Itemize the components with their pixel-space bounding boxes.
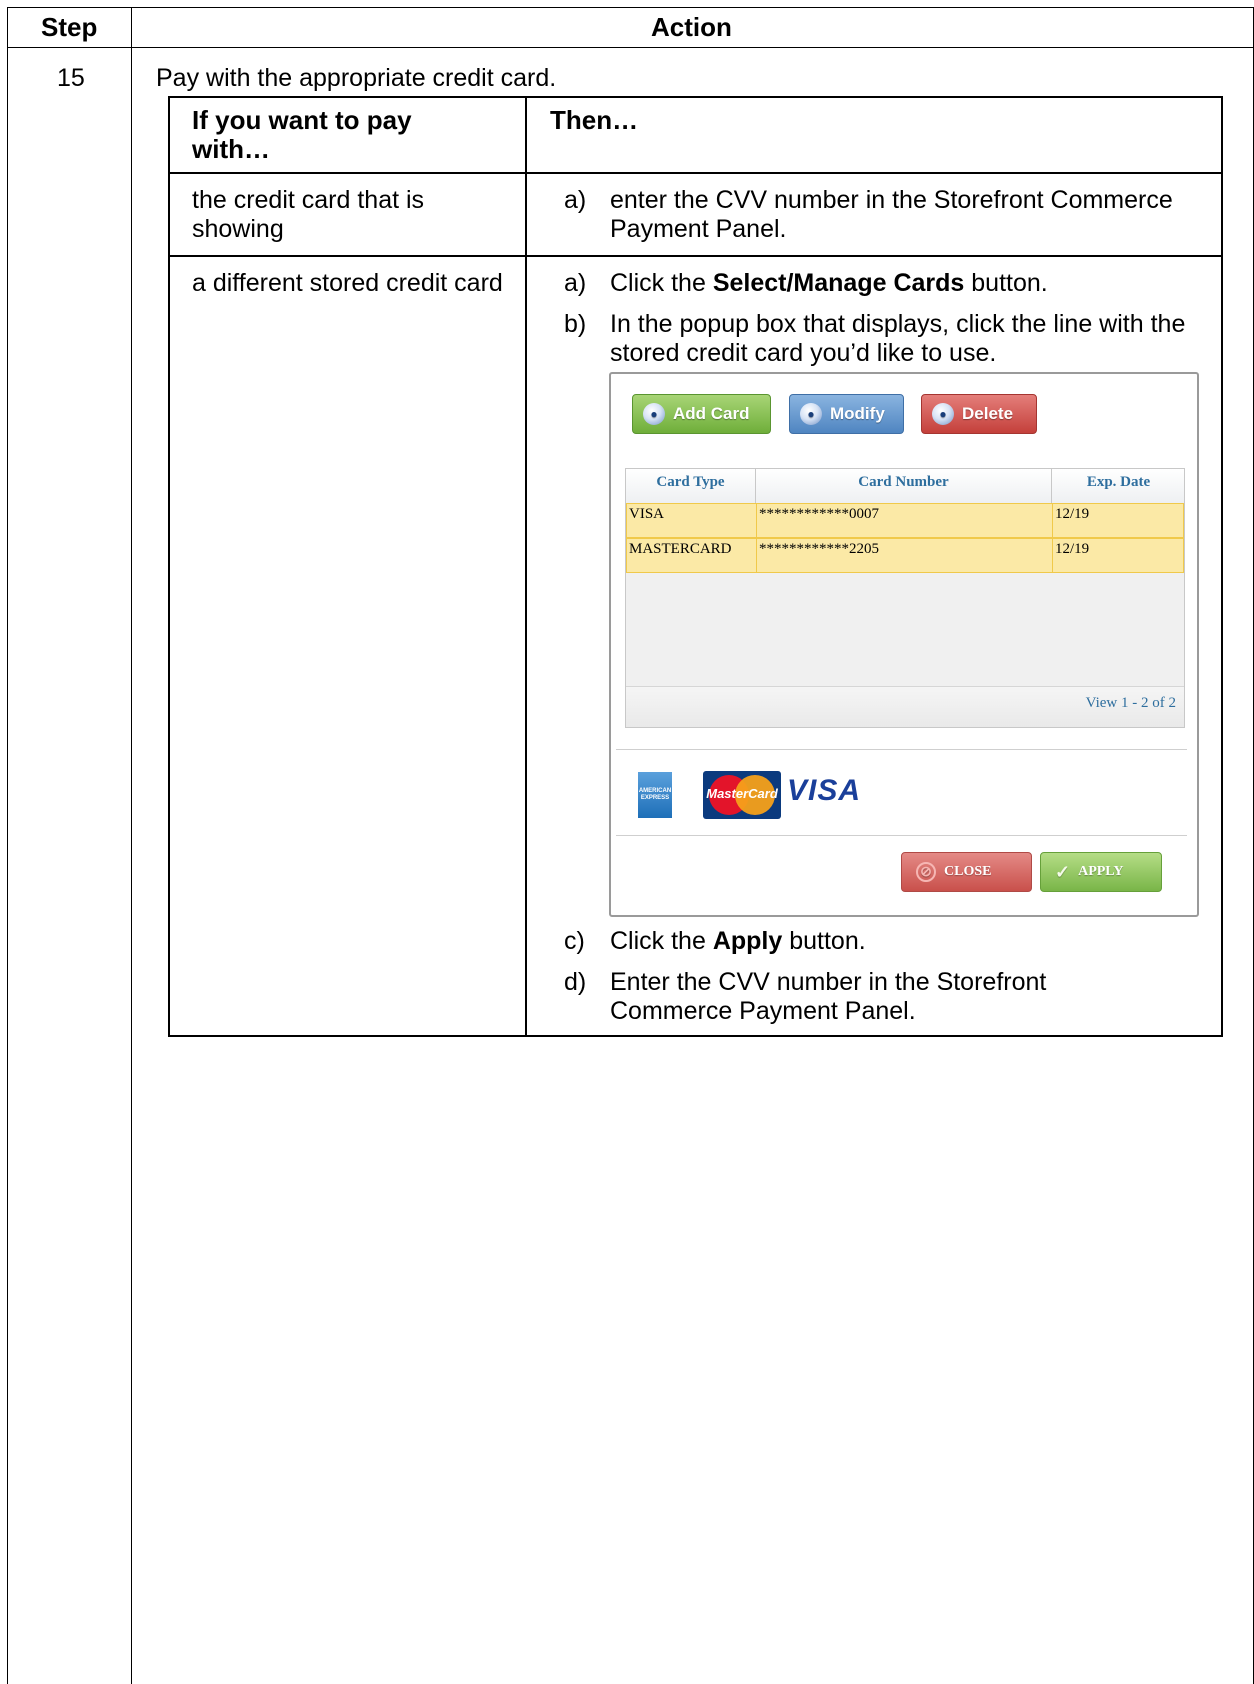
step-instruction: Pay with the appropriate credit card. — [156, 64, 557, 92]
instruction-enter-cvv: enter the CVV number in the Storefront C… — [610, 186, 1173, 243]
column-header-card-number[interactable]: Card Number — [756, 469, 1052, 503]
user-icon: ● — [932, 403, 954, 425]
divider — [616, 749, 1187, 750]
table-left-border — [7, 7, 8, 1684]
table-top-border — [7, 7, 1254, 8]
then-column-header: Then… — [550, 105, 639, 135]
modify-button[interactable]: ● Modify — [789, 394, 904, 434]
decision-table-row-divider — [170, 255, 1221, 257]
manage-cards-popup: ● Add Card ● Modify ● Delete Card Type C… — [609, 372, 1199, 917]
add-card-button[interactable]: ● Add Card — [632, 394, 771, 434]
add-card-label: Add Card — [673, 404, 750, 423]
close-label: CLOSE — [944, 864, 992, 879]
table-header-divider — [7, 47, 1254, 48]
table-column-divider — [131, 7, 132, 1684]
visa-logo: VISA — [787, 774, 862, 807]
column-header-exp-date[interactable]: Exp. Date — [1052, 469, 1185, 503]
instruction-click-line: In the popup box that displays, click th… — [610, 310, 1186, 367]
modify-label: Modify — [830, 404, 885, 423]
grid-header: Card Type Card Number Exp. Date — [626, 469, 1184, 504]
step-label-a: a) — [564, 186, 587, 214]
mastercard-logo: MasterCard — [703, 771, 781, 819]
instruction-enter-cvv-final: Enter the CVV number in the Storefront C… — [610, 968, 1047, 1025]
step-column-header: Step — [41, 12, 98, 42]
checkmark-icon: ✓ — [1055, 861, 1071, 882]
cards-grid: Card Type Card Number Exp. Date VISA ***… — [625, 468, 1185, 728]
card-number-cell: ************2205 — [757, 539, 1053, 572]
instruction-select-manage: Click the Select/Manage Cards button. — [610, 269, 1048, 297]
user-icon: ● — [800, 403, 822, 425]
close-icon: ⊘ — [916, 862, 936, 882]
delete-label: Delete — [962, 404, 1014, 423]
apply-button[interactable]: ✓ APPLY — [1040, 852, 1162, 892]
grid-pager: View 1 - 2 of 2 — [626, 686, 1184, 727]
apply-label: APPLY — [1078, 864, 1124, 879]
decision-table-row-divider — [170, 172, 1221, 174]
exp-date-cell: 12/19 — [1055, 506, 1090, 522]
card-number-cell: ************0007 — [757, 504, 1053, 537]
mastercard-wordmark: MasterCard — [706, 786, 778, 801]
card-type-cell: MASTERCARD — [627, 539, 757, 572]
pager-summary: View 1 - 2 of 2 — [1085, 695, 1176, 711]
exp-date-cell: 12/19 — [1055, 541, 1090, 557]
condition-showing-card: the credit card that is showing — [192, 186, 425, 243]
decision-table-column-divider — [525, 98, 527, 1035]
amex-logo: AMERICAN EXPRESS — [638, 772, 672, 818]
table-row[interactable]: MASTERCARD ************2205 12/19 — [626, 538, 1184, 573]
step-label-c: c) — [564, 927, 585, 955]
close-button[interactable]: ⊘ CLOSE — [901, 852, 1032, 892]
condition-different-card: a different stored credit card — [192, 269, 503, 297]
condition-column-header: If you want to pay with… — [192, 105, 412, 164]
action-column-header: Action — [651, 12, 732, 42]
column-header-card-type[interactable]: Card Type — [626, 469, 756, 503]
divider — [616, 835, 1187, 836]
step-number: 15 — [57, 64, 85, 92]
table-row[interactable]: VISA ************0007 12/19 — [626, 503, 1184, 538]
instruction-click-apply: Click the Apply button. — [610, 927, 866, 955]
user-icon: ● — [643, 403, 665, 425]
step-label-b: b) — [564, 310, 587, 338]
step-label-a: a) — [564, 269, 587, 297]
card-type-cell: VISA — [627, 504, 757, 537]
delete-button[interactable]: ● Delete — [921, 394, 1037, 434]
step-label-d: d) — [564, 968, 587, 996]
